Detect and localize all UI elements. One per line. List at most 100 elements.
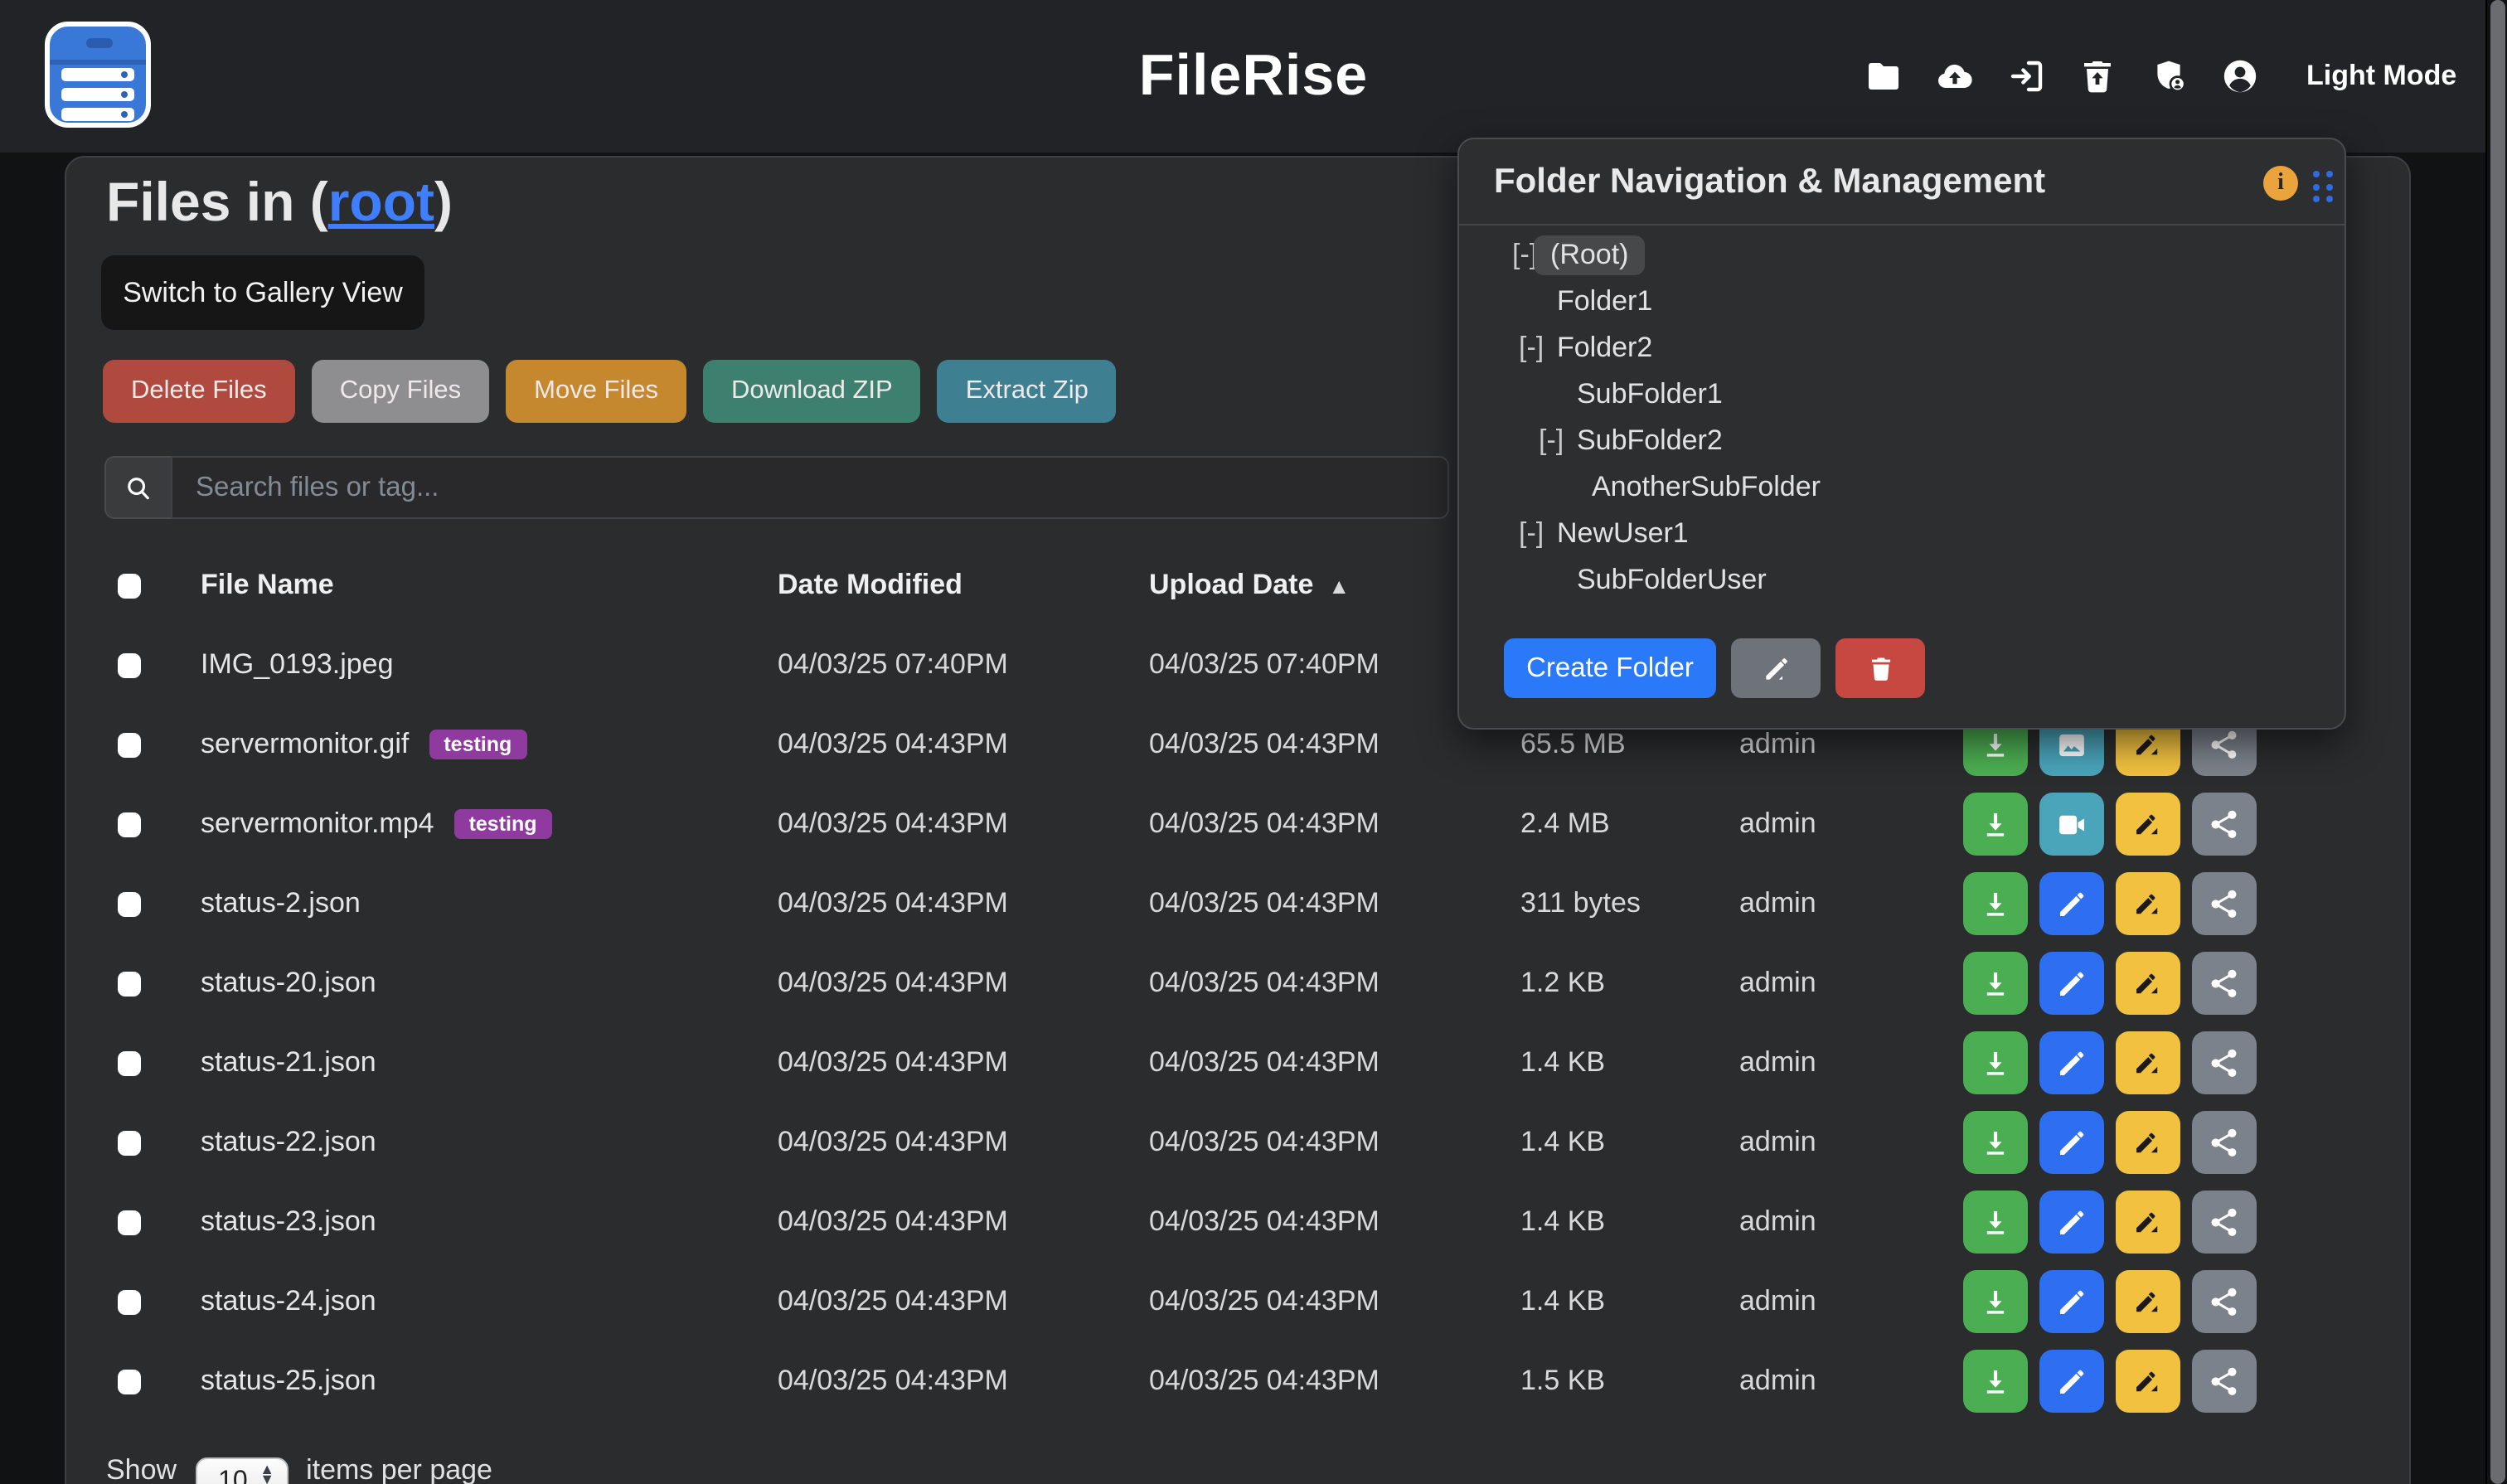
copy-files-button[interactable]: Copy Files: [312, 360, 489, 423]
file-name[interactable]: status-21.json: [201, 1023, 376, 1103]
download-button[interactable]: [1963, 1191, 2028, 1254]
create-folder-button[interactable]: Create Folder: [1504, 638, 1716, 698]
download-button[interactable]: [1963, 793, 2028, 856]
row-checkbox[interactable]: [118, 732, 141, 757]
row-checkbox[interactable]: [118, 1130, 141, 1155]
select-all-checkbox[interactable]: [118, 573, 141, 598]
collapse-toggle[interactable]: [-]: [1539, 424, 1577, 458]
logout-icon[interactable]: [2006, 56, 2046, 96]
folder-label[interactable]: NewUser1: [1557, 517, 1689, 550]
edit-button[interactable]: [2039, 1270, 2104, 1333]
rename-button[interactable]: [2116, 1031, 2180, 1094]
delete-folder-button[interactable]: [1835, 638, 1925, 698]
column-file-name[interactable]: File Name: [201, 546, 334, 625]
share-button[interactable]: [2192, 1350, 2257, 1413]
folder-label[interactable]: Folder1: [1557, 285, 1652, 318]
rename-folder-button[interactable]: [1731, 638, 1821, 698]
theme-toggle[interactable]: Light Mode: [2306, 0, 2456, 153]
edit-button[interactable]: [2039, 952, 2104, 1015]
cloud-upload-icon[interactable]: [1935, 56, 1975, 96]
folder-tree-item[interactable]: [-](Root): [1459, 232, 2345, 279]
row-checkbox[interactable]: [118, 1289, 141, 1314]
share-button[interactable]: [2192, 952, 2257, 1015]
row-checkbox[interactable]: [118, 1369, 141, 1394]
folder-label[interactable]: SubFolderUser: [1577, 564, 1767, 597]
share-button[interactable]: [2192, 872, 2257, 935]
download-zip-button[interactable]: Download ZIP: [703, 360, 921, 423]
edit-button[interactable]: [2039, 1350, 2104, 1413]
collapse-toggle[interactable]: [-]: [1519, 517, 1557, 550]
folder-tree-item[interactable]: SubFolder1: [1459, 371, 2345, 418]
file-name[interactable]: status-23.json: [201, 1182, 376, 1262]
move-files-button[interactable]: Move Files: [506, 360, 686, 423]
download-button[interactable]: [1963, 1270, 2028, 1333]
download-button[interactable]: [1963, 952, 2028, 1015]
download-button[interactable]: [1963, 1111, 2028, 1174]
edit-button[interactable]: [2039, 1031, 2104, 1094]
file-name[interactable]: status-2.json: [201, 864, 361, 943]
preview-video-button[interactable]: [2039, 793, 2104, 856]
file-name[interactable]: status-25.json: [201, 1341, 376, 1421]
rename-button[interactable]: [2116, 1350, 2180, 1413]
download-button[interactable]: [1963, 872, 2028, 935]
rename-button[interactable]: [2116, 793, 2180, 856]
scrollbar-thumb[interactable]: [2490, 0, 2505, 1484]
folder-label[interactable]: SubFolder2: [1577, 424, 1723, 458]
extract-zip-button[interactable]: Extract Zip: [938, 360, 1117, 423]
trash-restore-icon[interactable]: [2078, 56, 2117, 96]
folder-tree-item[interactable]: [-]SubFolder2: [1459, 418, 2345, 464]
rename-button[interactable]: [2116, 952, 2180, 1015]
user-circle-icon[interactable]: [2220, 56, 2260, 96]
row-checkbox[interactable]: [118, 652, 141, 677]
file-name[interactable]: status-24.json: [201, 1262, 376, 1341]
download-button[interactable]: [1963, 1031, 2028, 1094]
file-name[interactable]: servermonitor.mp4testing: [201, 784, 552, 864]
folder-label[interactable]: (Root): [1534, 235, 1645, 275]
file-name[interactable]: IMG_0193.jpeg: [201, 625, 394, 705]
rename-button[interactable]: [2116, 1191, 2180, 1254]
root-link[interactable]: root: [328, 171, 434, 232]
folder-icon[interactable]: [1864, 56, 1903, 96]
row-checkbox[interactable]: [118, 1210, 141, 1234]
row-checkbox[interactable]: [118, 1050, 141, 1075]
folder-label[interactable]: SubFolder1: [1577, 378, 1723, 411]
share-button[interactable]: [2192, 1031, 2257, 1094]
column-date-modified[interactable]: Date Modified: [778, 546, 963, 625]
drag-handle-icon[interactable]: [2313, 171, 2332, 202]
share-button[interactable]: [2192, 1191, 2257, 1254]
folder-tree-item[interactable]: AnotherSubFolder: [1459, 464, 2345, 511]
info-icon[interactable]: i: [2263, 166, 2298, 201]
uploader: admin: [1739, 1341, 1816, 1421]
column-upload-date[interactable]: Upload Date▲: [1149, 546, 1350, 625]
share-button[interactable]: [2192, 1111, 2257, 1174]
share-button[interactable]: [2192, 793, 2257, 856]
rename-button[interactable]: [2116, 1270, 2180, 1333]
folder-tree-item[interactable]: [-]Folder2: [1459, 325, 2345, 371]
collapse-toggle[interactable]: [-]: [1519, 332, 1557, 365]
row-checkbox[interactable]: [118, 891, 141, 916]
folder-tree-item[interactable]: Folder1: [1459, 279, 2345, 325]
user-shield-icon[interactable]: [2149, 56, 2189, 96]
switch-gallery-view-button[interactable]: Switch to Gallery View: [101, 255, 424, 330]
file-name[interactable]: status-22.json: [201, 1103, 376, 1182]
rename-button[interactable]: [2116, 1111, 2180, 1174]
rename-button[interactable]: [2116, 872, 2180, 935]
row-checkbox[interactable]: [118, 971, 141, 996]
search-input[interactable]: [171, 456, 1449, 519]
download-button[interactable]: [1963, 1350, 2028, 1413]
folder-tree-item[interactable]: SubFolderUser: [1459, 557, 2345, 604]
edit-button[interactable]: [2039, 872, 2104, 935]
folder-tree-item[interactable]: [-]NewUser1: [1459, 511, 2345, 557]
folder-label[interactable]: Folder2: [1557, 332, 1652, 365]
file-name[interactable]: status-20.json: [201, 943, 376, 1023]
edit-button[interactable]: [2039, 1111, 2104, 1174]
window-scrollbar[interactable]: [2485, 0, 2507, 1484]
upload-date: 04/03/25 04:43PM: [1149, 784, 1380, 864]
items-per-page-select[interactable]: 10 ▲▼: [195, 1457, 288, 1484]
folder-label[interactable]: AnotherSubFolder: [1592, 471, 1821, 504]
edit-button[interactable]: [2039, 1191, 2104, 1254]
share-button[interactable]: [2192, 1270, 2257, 1333]
delete-files-button[interactable]: Delete Files: [103, 360, 295, 423]
row-checkbox[interactable]: [118, 812, 141, 837]
file-name[interactable]: servermonitor.giftesting: [201, 705, 526, 784]
